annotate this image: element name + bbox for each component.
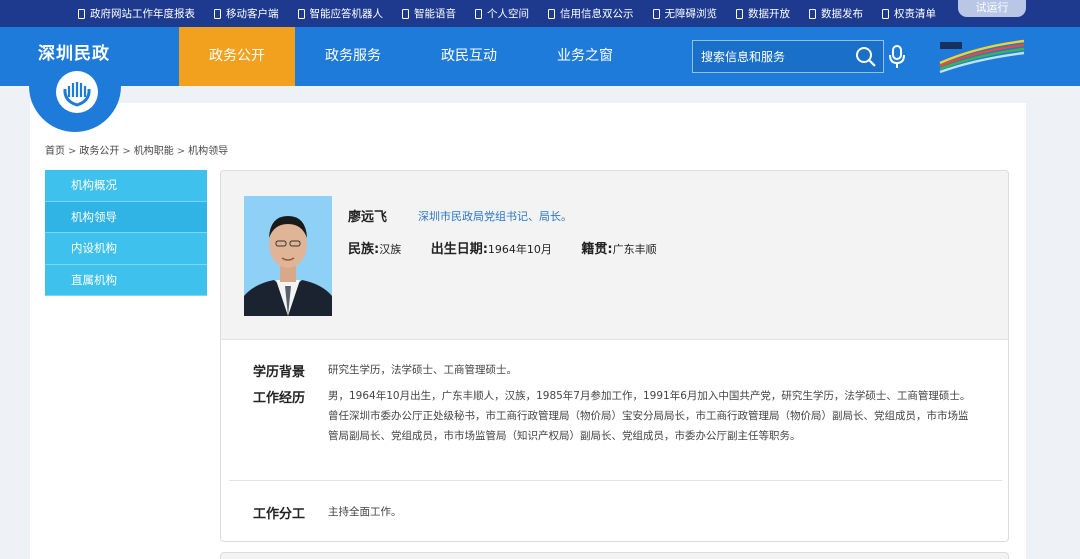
- search-box: [692, 40, 884, 73]
- search-icon[interactable]: [855, 46, 877, 68]
- leader-name: 廖远飞: [348, 210, 388, 225]
- utility-link-annual-report[interactable]: 政府网站工作年度报表: [78, 6, 195, 21]
- phone-icon: [652, 8, 660, 19]
- native-place-label: 籍贯:: [581, 242, 613, 257]
- utility-link-data-release[interactable]: 数据发布: [809, 6, 863, 21]
- search-input[interactable]: [693, 41, 853, 72]
- breadcrumb-separator: >: [122, 146, 131, 157]
- utility-link-label: 移动客户端: [226, 8, 279, 20]
- utility-link-label: 智能应答机器人: [309, 8, 384, 20]
- phone-icon: [297, 8, 305, 19]
- phone-icon: [548, 8, 555, 19]
- sidebar-item-internal-departments[interactable]: 内设机构: [45, 233, 207, 265]
- breadcrumb-gov-affairs[interactable]: 政务公开: [79, 146, 119, 157]
- birth-date-label: 出生日期:: [430, 242, 488, 257]
- trial-badge[interactable]: 试运行: [958, 0, 1026, 17]
- phone-icon: [214, 8, 221, 19]
- phone-icon: [809, 8, 816, 19]
- utility-link-power-list[interactable]: 权责清单: [882, 6, 936, 21]
- education-text: 研究生学历，法学硕士、工商管理硕士。: [328, 364, 517, 376]
- sidebar-menu: 机构概况 机构领导 内设机构 直属机构: [45, 170, 207, 296]
- leader-basic-info: 民族:汉族 出生日期:1964年10月 籍贯:广东丰顺: [348, 238, 683, 257]
- section-divider: [229, 480, 1002, 481]
- breadcrumb-functions[interactable]: 机构职能: [134, 146, 174, 157]
- birth-date-value: 1964年10月: [487, 243, 552, 256]
- native-place-value: 广东丰顺: [612, 243, 657, 256]
- breadcrumb-separator: >: [68, 146, 77, 157]
- utility-link-credit[interactable]: 信用信息双公示: [548, 6, 634, 21]
- utility-link-robot[interactable]: 智能应答机器人: [297, 6, 384, 21]
- career-text: 男，1964年10月出生，广东丰顺人，汉族，1985年7月参加工作，1991年6…: [328, 390, 971, 442]
- breadcrumb-leaders[interactable]: 机构领导: [188, 146, 228, 157]
- phone-icon: [882, 8, 889, 19]
- leader-photo: [244, 196, 332, 316]
- sidebar-item-affiliated-units[interactable]: 直属机构: [45, 264, 207, 296]
- phone-icon: [402, 8, 409, 19]
- profile-header: 廖远飞 深圳市民政局党组书记、局长。 民族:汉族 出生日期:1964年10月 籍…: [221, 171, 1008, 340]
- sidebar-item-leaders[interactable]: 机构领导: [45, 201, 207, 233]
- utility-link-label: 无障碍浏览: [664, 8, 718, 20]
- nav-tab-government-services[interactable]: 政务服务: [295, 27, 411, 86]
- leader-title[interactable]: 深圳市民政局党组书记、局长。: [418, 208, 572, 224]
- phone-icon: [475, 8, 482, 19]
- nav-tab-government-affairs[interactable]: 政务公开: [179, 27, 295, 86]
- microphone-icon[interactable]: [888, 45, 906, 69]
- shenzhen-city-logo: [936, 37, 1028, 75]
- utility-link-label: 数据发布: [821, 8, 863, 20]
- nav-tab-business-window[interactable]: 业务之窗: [527, 27, 643, 86]
- utility-link-label: 信用信息双公示: [560, 8, 634, 20]
- utility-link-mobile-client[interactable]: 移动客户端: [214, 6, 279, 21]
- ethnicity-value: 汉族: [379, 243, 402, 256]
- breadcrumb: 首页 > 政务公开 > 机构职能 > 机构领导: [45, 142, 228, 157]
- utility-link-open-data[interactable]: 数据开放: [736, 6, 790, 21]
- utility-link-label: 政府网站工作年度报表: [90, 8, 195, 20]
- utility-links: 政府网站工作年度报表 移动客户端 智能应答机器人 智能语音 个人空间 信用信息双…: [78, 0, 955, 27]
- nav-tab-public-interaction[interactable]: 政民互动: [411, 27, 527, 86]
- duty-label: 工作分工: [253, 507, 306, 522]
- utility-link-label: 权责清单: [894, 8, 936, 20]
- next-profile-card: [220, 552, 1009, 559]
- education-label: 学历背景: [253, 365, 306, 380]
- career-label: 工作经历: [253, 391, 306, 406]
- breadcrumb-home[interactable]: 首页: [45, 146, 65, 157]
- utility-link-personal-space[interactable]: 个人空间: [475, 6, 529, 21]
- duty-text: 主持全面工作。: [328, 506, 402, 518]
- site-name[interactable]: 深圳民政: [38, 39, 110, 64]
- utility-link-voice[interactable]: 智能语音: [402, 6, 456, 21]
- utility-link-label: 智能语音: [414, 8, 456, 20]
- utility-link-label: 个人空间: [487, 8, 529, 20]
- ethnicity-label: 民族:: [348, 242, 380, 257]
- phone-icon: [736, 8, 743, 19]
- utility-link-label: 数据开放: [748, 8, 790, 20]
- emblem-hands-icon: [56, 71, 98, 113]
- sidebar-item-overview[interactable]: 机构概况: [45, 170, 207, 202]
- breadcrumb-separator: >: [176, 146, 186, 157]
- utility-link-accessibility[interactable]: 无障碍浏览: [652, 6, 718, 21]
- phone-icon: [78, 8, 85, 19]
- leader-profile-card: 廖远飞 深圳市民政局党组书记、局长。 民族:汉族 出生日期:1964年10月 籍…: [220, 170, 1009, 542]
- top-utility-bar: 政府网站工作年度报表 移动客户端 智能应答机器人 智能语音 个人空间 信用信息双…: [0, 0, 1080, 27]
